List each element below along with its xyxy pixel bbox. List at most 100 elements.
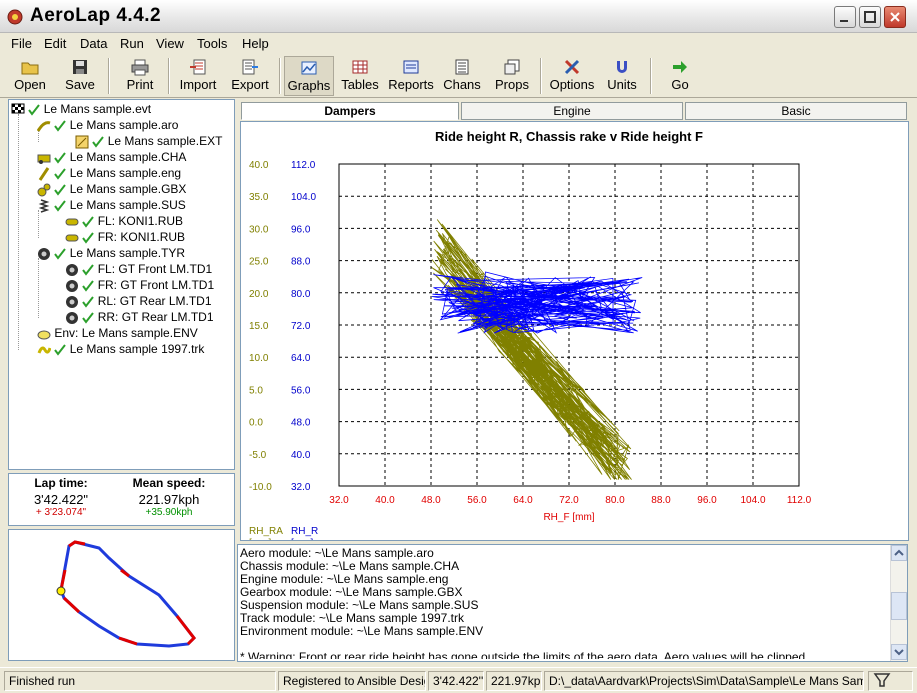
y-tick-label-rh-ra: 30.0 xyxy=(249,224,269,235)
track-map[interactable] xyxy=(8,529,235,661)
save-disk-icon xyxy=(73,60,87,74)
y-tick-label-rh-r: 96.0 xyxy=(291,224,311,235)
tree-item-gearbox[interactable]: Le Mans sample.GBX xyxy=(37,182,186,197)
channels-icon xyxy=(455,59,469,75)
tree-item-tyre-rr[interactable]: RR: GT Rear LM.TD1 xyxy=(65,310,214,325)
y-tick-label-rh-ra: 15.0 xyxy=(249,321,269,332)
import-button[interactable]: Import xyxy=(174,56,222,96)
units-button[interactable]: Units xyxy=(600,56,644,96)
damper-icon xyxy=(65,218,79,226)
check-icon xyxy=(54,152,67,164)
y-tick-label-rh-r: 48.0 xyxy=(291,418,311,429)
scroll-up-button[interactable] xyxy=(891,545,907,561)
log-output: Aero module: ~\Le Mans sample.aro Chassis… xyxy=(240,547,888,659)
menu-file[interactable]: File xyxy=(11,36,32,51)
tree-item-ext[interactable]: Le Mans sample.EXT xyxy=(75,134,222,149)
reports-button[interactable]: Reports xyxy=(386,56,436,96)
tables-button[interactable]: Tables xyxy=(338,56,382,96)
toolbar-separator xyxy=(540,58,542,94)
minimize-icon xyxy=(840,20,848,22)
check-icon xyxy=(82,280,95,292)
menu-data[interactable]: Data xyxy=(80,36,107,51)
y-tick-label-rh-r: 72.0 xyxy=(291,321,311,332)
y-axis-label-rh-ra: RH_RA xyxy=(249,526,283,537)
tree-item-tyre-fl[interactable]: FL: GT Front LM.TD1 xyxy=(65,262,212,277)
status-laptime: 3'42.422'' xyxy=(428,671,484,691)
title-bar[interactable]: AeroLap 4.4.2 xyxy=(0,0,917,33)
go-button[interactable]: Go xyxy=(658,56,702,96)
tab-engine[interactable]: Engine xyxy=(461,102,683,120)
graphs-button[interactable]: Graphs xyxy=(284,56,334,96)
graph-panel[interactable]: Ride height R, Chassis rake v Ride heigh… xyxy=(240,121,909,549)
log-line: Environment module: ~\Le Mans sample.ENV xyxy=(240,624,484,638)
y-tick-label-rh-ra: 0.0 xyxy=(249,418,263,429)
y-tick-label-rh-ra: 40.0 xyxy=(249,160,269,171)
menu-bar: File Edit Data Run View Tools Help xyxy=(0,34,917,54)
tree-item-suspension[interactable]: Le Mans sample.SUS xyxy=(37,198,186,213)
y-tick-label-rh-ra: 20.0 xyxy=(249,289,269,300)
x-tick-label: 104.0 xyxy=(740,495,765,506)
minimize-button[interactable] xyxy=(834,6,856,28)
y-tick-label-rh-ra: -10.0 xyxy=(249,482,272,493)
menu-help[interactable]: Help xyxy=(242,36,269,51)
save-button[interactable]: Save xyxy=(58,56,102,96)
track-braking-zones xyxy=(59,540,196,646)
props-button[interactable]: Props xyxy=(490,56,534,96)
chans-button[interactable]: Chans xyxy=(440,56,484,96)
log-scrollbar[interactable] xyxy=(890,545,907,661)
tree-item-chassis[interactable]: Le Mans sample.CHA xyxy=(37,150,186,165)
export-button[interactable]: Export xyxy=(226,56,274,96)
file-icon xyxy=(75,135,89,149)
check-icon xyxy=(54,120,67,132)
close-button[interactable] xyxy=(884,6,906,28)
scroll-thumb[interactable] xyxy=(891,592,907,620)
y-tick-label-rh-ra: 25.0 xyxy=(249,257,269,268)
tab-basic[interactable]: Basic xyxy=(685,102,907,120)
maximize-icon xyxy=(864,11,876,23)
check-icon xyxy=(82,296,95,308)
menu-view[interactable]: View xyxy=(156,36,184,51)
menu-edit[interactable]: Edit xyxy=(44,36,66,51)
check-icon xyxy=(54,200,67,212)
options-button[interactable]: Options xyxy=(546,56,598,96)
properties-icon xyxy=(504,59,520,75)
tree-item-engine[interactable]: Le Mans sample.eng xyxy=(37,166,181,181)
x-tick-label: 96.0 xyxy=(697,495,717,506)
mean-speed-label: Mean speed: xyxy=(132,476,206,490)
tree-item-sus-fl[interactable]: FL: KONI1.RUB xyxy=(65,214,183,229)
x-tick-label: 64.0 xyxy=(513,495,533,506)
print-button[interactable]: Print xyxy=(118,56,162,96)
menu-tools[interactable]: Tools xyxy=(197,36,227,51)
toolbar-separator xyxy=(279,58,281,94)
y-tick-label-rh-ra: 10.0 xyxy=(249,353,269,364)
maximize-button[interactable] xyxy=(859,6,881,28)
tree-item-track[interactable]: Le Mans sample 1997.trk xyxy=(37,342,204,357)
y-axis-unit-rh-ra: [mm] xyxy=(249,538,271,540)
open-button[interactable]: Open xyxy=(8,56,52,96)
tree-item-event[interactable]: Le Mans sample.evt xyxy=(11,102,151,117)
toolbar: Open Save Print Import Export Graphs Tab… xyxy=(0,54,917,98)
project-tree: Le Mans sample.evt Le Mans sample.aro Le… xyxy=(8,99,235,470)
check-icon xyxy=(82,232,95,244)
window-title: AeroLap 4.4.2 xyxy=(30,5,162,26)
scroll-down-button[interactable] xyxy=(891,644,907,660)
report-icon xyxy=(403,60,419,74)
tyre-icon xyxy=(66,263,78,276)
lap-summary: Lap time: 3'42.422" + 3'23.074" Mean spe… xyxy=(8,473,235,526)
cloud-icon xyxy=(37,330,51,340)
tree-item-aero[interactable]: Le Mans sample.aro xyxy=(36,118,178,133)
menu-run[interactable]: Run xyxy=(120,36,144,51)
x-tick-label: 32.0 xyxy=(329,495,349,506)
tree-item-sus-fr[interactable]: FR: KONI1.RUB xyxy=(65,230,185,245)
tyre-icon xyxy=(66,311,78,324)
check-icon xyxy=(82,264,95,276)
tree-item-tyre-fr[interactable]: FR: GT Front LM.TD1 xyxy=(65,278,214,293)
tab-dampers[interactable]: Dampers xyxy=(241,102,459,120)
tree-item-tyres[interactable]: Le Mans sample.TYR xyxy=(37,246,185,261)
toolbar-separator xyxy=(168,58,170,94)
car-position-marker xyxy=(56,586,66,596)
mean-speed-delta: +35.90kph xyxy=(145,507,193,518)
tree-item-environment[interactable]: Env: Le Mans sample.ENV xyxy=(37,326,198,341)
tree-item-tyre-rl[interactable]: RL: GT Rear LM.TD1 xyxy=(65,294,212,309)
y-tick-label-rh-ra: 35.0 xyxy=(249,192,269,203)
